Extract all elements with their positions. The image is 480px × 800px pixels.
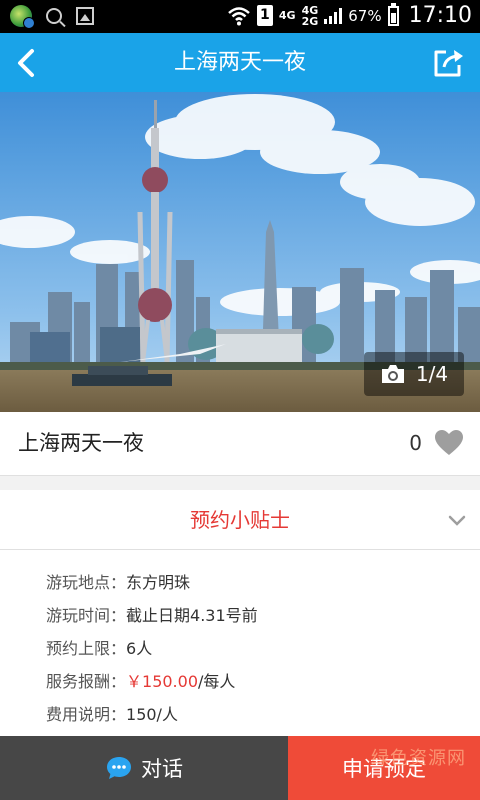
chat-button[interactable]: 对话 <box>0 736 288 800</box>
status-bar: 1 4G 4G 2G 67% 17:10 <box>0 0 480 33</box>
search-icon <box>46 8 62 24</box>
battery-icon <box>387 2 399 26</box>
signal-icon <box>324 7 343 24</box>
tips-title: 预约小贴士 <box>190 508 290 532</box>
image-icon <box>76 7 94 25</box>
title-bar: 上海两天一夜 <box>0 33 480 92</box>
chat-button-label: 对话 <box>141 757 183 781</box>
wifi-icon <box>228 6 250 25</box>
page-title: 上海两天一夜 <box>173 50 306 75</box>
book-button[interactable]: 申请预定 绿色资源网 <box>288 736 480 800</box>
chevron-down-icon <box>448 515 466 526</box>
battery-percent: 67% <box>348 6 382 25</box>
detail-fee: 服务报酬： ￥150.00 /每人 <box>0 665 480 698</box>
camera-icon <box>381 365 404 383</box>
like-count: 0 <box>409 431 422 455</box>
tips-toggle[interactable]: 预约小贴士 <box>0 476 480 550</box>
share-icon[interactable] <box>430 45 466 81</box>
detail-fee-note: 费用说明： 150/人 <box>46 705 178 724</box>
photo-counter-text: 1/4 <box>415 362 449 386</box>
sim-indicator: 1 <box>256 5 273 26</box>
back-chevron-icon[interactable] <box>8 43 48 83</box>
photo-counter: 1/4 <box>364 352 464 396</box>
watermark: 绿色资源网 <box>371 748 466 769</box>
detail-location: 游玩地点： 东方明珠 <box>46 573 191 592</box>
heart-icon[interactable] <box>434 429 464 457</box>
detail-time: 游玩时间： 截止日期4.31号前 <box>46 606 258 625</box>
clock: 17:10 <box>408 3 472 28</box>
price: ￥150.00 <box>126 672 199 691</box>
trip-details: 游玩地点： 东方明珠 游玩时间： 截止日期4.31号前 预约上限： 6人 服务报… <box>0 550 480 736</box>
trip-title-row: 上海两天一夜 0 <box>0 412 480 476</box>
detail-limit: 预约上限： 6人 <box>46 639 153 658</box>
network-type-1: 4G <box>278 9 296 22</box>
gallery-image[interactable]: 1/4 <box>0 92 480 412</box>
network-type-2: 4G 2G <box>301 3 319 28</box>
chat-bubble-icon <box>107 757 131 779</box>
app-notification-icon <box>10 5 35 29</box>
trip-title: 上海两天一夜 <box>18 431 144 455</box>
bottom-action-bar: 对话 申请预定 绿色资源网 <box>0 736 480 800</box>
